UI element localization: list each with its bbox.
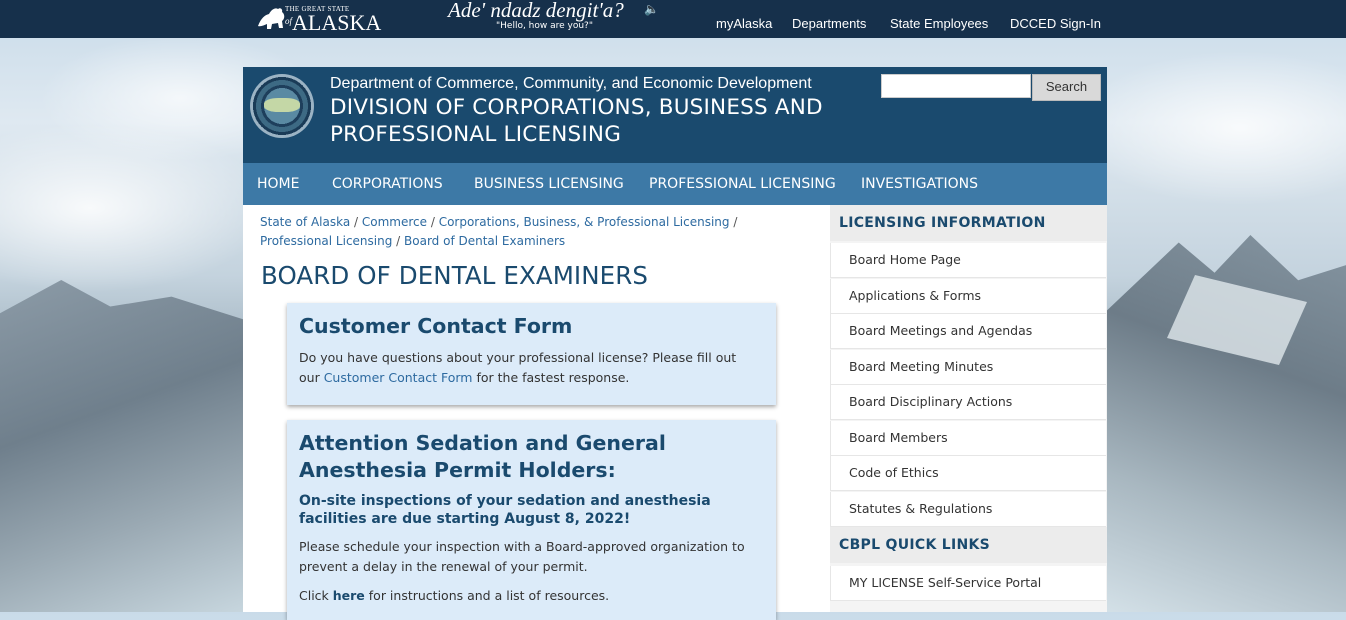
here-link[interactable]: here <box>333 588 365 603</box>
breadcrumb-professional-licensing[interactable]: Professional Licensing <box>260 234 392 248</box>
link-departments[interactable]: Departments <box>792 16 866 31</box>
quick-links-heading: CBPL QUICK LINKS <box>830 527 1107 563</box>
contact-card: Customer Contact Form Do you have questi… <box>287 303 776 405</box>
customer-contact-form-link[interactable]: Customer Contact Form <box>324 370 473 385</box>
main-content: State of Alaska / Commerce / Corporation… <box>243 205 830 620</box>
nav-corporations[interactable]: CORPORATIONS <box>332 176 443 192</box>
link-dcced-sign-in[interactable]: DCCED Sign-In <box>1010 16 1101 31</box>
sedation-card: Attention Sedation and General Anesthesi… <box>287 420 776 620</box>
state-top-bar: THE GREAT STATE of ALASKA Ade' ndadz den… <box>0 0 1346 38</box>
sidebar-item-meetings-agendas[interactable]: Board Meetings and Agendas <box>830 314 1106 349</box>
licensing-info-heading: LICENSING INFORMATION <box>830 205 1107 241</box>
sedation-card-paragraph: Please schedule your inspection with a B… <box>299 539 745 574</box>
sidebar-item-disciplinary-actions[interactable]: Board Disciplinary Actions <box>830 385 1106 420</box>
background-mountain-left <box>0 280 245 612</box>
speaker-icon[interactable]: 🔈 <box>644 2 659 16</box>
background-mountain-right <box>1107 235 1346 612</box>
sidebar: LICENSING INFORMATION Board Home Page Ap… <box>830 205 1107 612</box>
sedation-card-subtitle: On-site inspections of your sedation and… <box>299 493 711 527</box>
sidebar-item-statutes-regulations[interactable]: Statutes & Regulations <box>830 492 1106 527</box>
contact-card-title: Customer Contact Form <box>299 314 573 338</box>
nav-professional-licensing[interactable]: PROFESSIONAL LICENSING <box>649 176 836 192</box>
link-state-employees[interactable]: State Employees <box>890 16 988 31</box>
nav-investigations[interactable]: INVESTIGATIONS <box>861 176 978 192</box>
sidebar-item-my-license-portal[interactable]: MY LICENSE Self-Service Portal <box>830 566 1106 601</box>
sedation-card-title: Attention Sedation and General Anesthesi… <box>299 431 666 482</box>
breadcrumb-state[interactable]: State of Alaska <box>260 215 350 229</box>
nav-home[interactable]: HOME <box>257 176 299 192</box>
department-name: Department of Commerce, Community, and E… <box>330 75 812 92</box>
top-links: myAlaska Departments State Employees DCC… <box>0 16 1346 34</box>
contact-card-text: Do you have questions about your profess… <box>299 350 737 385</box>
nav-business-licensing[interactable]: BUSINESS LICENSING <box>474 176 624 192</box>
search-button[interactable]: Search <box>1032 74 1101 101</box>
sedation-card-click-text: Click here for instructions and a list o… <box>299 588 610 603</box>
sidebar-item-meeting-minutes[interactable]: Board Meeting Minutes <box>830 350 1106 385</box>
breadcrumb-commerce[interactable]: Commerce <box>362 215 427 229</box>
site-header: Department of Commerce, Community, and E… <box>243 67 1107 163</box>
link-myalaska[interactable]: myAlaska <box>716 16 772 31</box>
search-input[interactable] <box>881 74 1031 98</box>
breadcrumb-dental-board[interactable]: Board of Dental Examiners <box>404 234 565 248</box>
state-seal-logo[interactable] <box>250 74 314 138</box>
sidebar-item-board-members[interactable]: Board Members <box>830 421 1106 456</box>
breadcrumb: State of Alaska / Commerce / Corporation… <box>260 215 738 248</box>
breadcrumb-cbpl[interactable]: Corporations, Business, & Professional L… <box>439 215 730 229</box>
main-nav: HOME CORPORATIONS BUSINESS LICENSING PRO… <box>243 163 1107 205</box>
division-title[interactable]: DIVISION OF CORPORATIONS, BUSINESS AND P… <box>330 94 850 148</box>
sidebar-item-board-home[interactable]: Board Home Page <box>830 243 1106 278</box>
sidebar-item-applications-forms[interactable]: Applications & Forms <box>830 279 1106 314</box>
page-title: BOARD OF DENTAL EXAMINERS <box>261 261 649 290</box>
sidebar-item-code-of-ethics[interactable]: Code of Ethics <box>830 456 1106 491</box>
